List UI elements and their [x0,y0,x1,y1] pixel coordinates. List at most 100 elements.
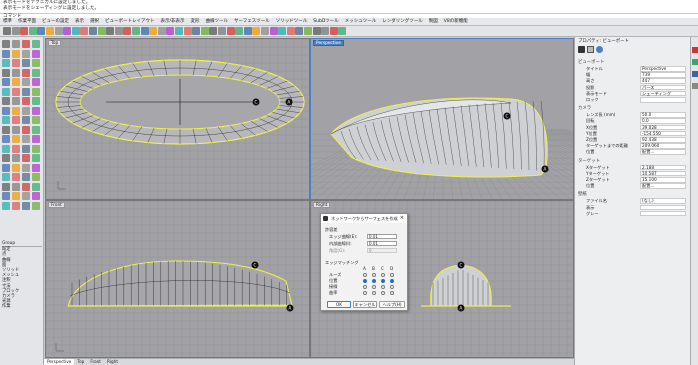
menu-tab[interactable]: 標準 [0,18,15,25]
tool-icon[interactable] [32,97,40,105]
toolbar-icon[interactable] [338,27,347,35]
tool-icon[interactable] [2,78,10,86]
tool-icon[interactable] [12,49,20,58]
menu-tab[interactable]: SubDツール [310,18,342,25]
display-tab-icon[interactable] [692,71,698,77]
menu-tab[interactable]: ビューの設定 [39,18,72,25]
tool-icon[interactable] [2,135,10,143]
edge-matching-radio[interactable] [372,279,376,283]
viewport-icon[interactable] [587,46,594,53]
toolbar-icon[interactable] [28,27,37,35]
menu-tab[interactable]: メッシュツール [342,18,380,25]
tool-icon[interactable] [32,192,40,200]
tool-icon[interactable] [22,173,30,181]
toolbar-icon[interactable] [54,27,63,35]
tool-icon[interactable] [32,125,40,134]
property-value[interactable]: 配置... [640,149,686,155]
tool-icon[interactable] [12,135,20,143]
tool-icon[interactable] [12,78,20,86]
toolbar-icon[interactable] [63,27,72,35]
help-tab-icon[interactable] [692,83,698,89]
toolbar-icon[interactable] [252,27,261,35]
property-value[interactable]: 92.438 [640,137,686,143]
edge-matching-radio[interactable] [372,291,376,295]
angle-input[interactable]: 0 [367,248,397,253]
property-value[interactable]: パース [640,84,686,91]
tool-icon[interactable] [32,40,40,48]
tool-icon[interactable] [12,116,20,124]
edge-matching-radio[interactable] [390,285,394,289]
toolbar-icon[interactable] [218,27,226,35]
viewport-title-top[interactable]: Top [48,40,62,46]
tool-icon[interactable] [32,49,40,58]
property-value[interactable]: 配置... [640,183,686,189]
tool-icon[interactable] [12,163,20,172]
toolbar-icon[interactable] [37,27,46,35]
tool-icon[interactable] [22,40,30,48]
viewport-title-perspective[interactable]: Perspective [313,40,344,46]
toolbar-icon[interactable] [286,27,295,35]
tool-icon[interactable] [12,68,20,77]
edge-matching-radio[interactable] [390,291,394,295]
tool-icon[interactable] [32,106,40,115]
property-value[interactable]: 447 [640,78,686,84]
toolbar-icon[interactable] [312,27,321,35]
tool-icon[interactable] [2,154,10,162]
menu-tab[interactable]: サーフェスツール [231,18,273,25]
tool-icon[interactable] [12,154,20,162]
tool-icon[interactable] [12,173,20,181]
toolbar-icon[interactable] [123,27,132,35]
toolbar-icon[interactable] [175,27,183,35]
tool-icon[interactable] [12,87,20,96]
menu-tab[interactable]: 曲線ツール [203,18,232,25]
tool-icon[interactable] [32,163,40,172]
tool-icon[interactable] [22,135,30,143]
viewport-title-right[interactable]: Right [313,202,331,208]
cancel-button[interactable]: キャンセル [353,301,377,308]
tool-icon[interactable] [22,49,30,58]
toolbar-icon[interactable] [89,27,97,35]
property-value[interactable]: 50.0 [640,112,686,118]
toolbar-icon[interactable] [11,27,20,35]
camera-icon[interactable] [578,46,585,53]
tool-icon[interactable] [2,59,10,67]
property-value[interactable] [640,97,686,103]
edge-matching-radio[interactable] [363,273,367,277]
property-value[interactable]: 209.060 [640,143,686,149]
tool-icon[interactable] [32,78,40,86]
edge-matching-radio[interactable] [390,279,394,283]
tools-icon[interactable] [596,46,603,53]
viewport-front[interactable]: C A Front [45,200,310,358]
properties-tab-icon[interactable] [692,47,698,53]
tool-icon[interactable] [22,97,30,105]
property-value[interactable] [640,210,686,217]
tool-icon[interactable] [12,40,20,48]
ok-button[interactable]: OK [327,301,351,308]
tool-icon[interactable] [22,87,30,96]
property-value[interactable]: シェーディング [640,90,686,97]
tool-icon[interactable] [32,154,40,162]
tool-icon[interactable] [2,201,10,210]
tool-icon[interactable] [2,97,10,105]
toolbar-icon[interactable] [132,27,140,35]
viewport-title-front[interactable]: Front [48,202,65,208]
toolbar-icon[interactable] [97,27,106,35]
toolbar-icon[interactable] [278,27,287,35]
tool-icon[interactable] [22,154,30,162]
toolbar-icon[interactable] [3,27,11,35]
tool-icon[interactable] [12,144,20,153]
inner-curve-input[interactable]: 0.01 [367,241,397,246]
tool-icon[interactable] [22,116,30,124]
toolbar-icon[interactable] [243,27,252,35]
toolbar-icon[interactable] [209,27,218,35]
property-value[interactable]: 10.587 [640,170,686,177]
toolbar-icon[interactable] [140,27,149,35]
tool-icon[interactable] [32,182,40,191]
tool-icon[interactable] [12,125,20,134]
menu-tab[interactable]: V8の新機能 [441,18,471,25]
toolbar-icon[interactable] [80,27,89,35]
menu-tab[interactable]: ビューポートレイアウト [102,18,158,25]
tool-icon[interactable] [22,125,30,134]
menu-tab[interactable]: 製図 [426,18,441,25]
property-value[interactable]: Perspective [640,66,686,72]
